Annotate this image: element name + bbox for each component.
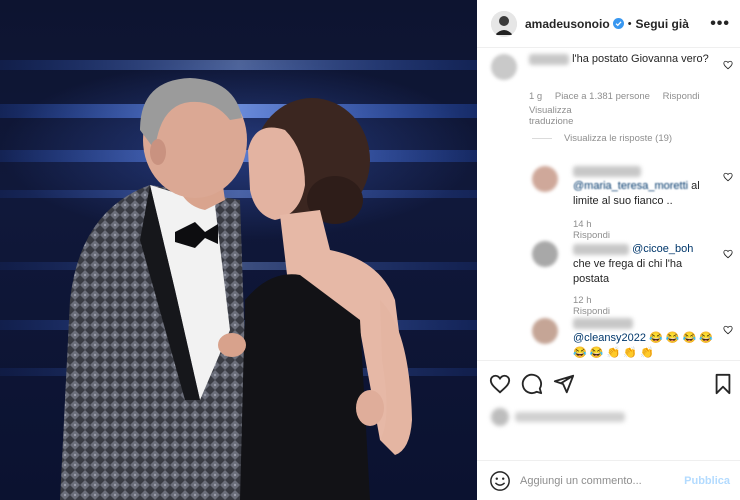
comment-time: 14 h — [573, 219, 592, 230]
author-avatar[interactable] — [491, 10, 517, 37]
comment-mention[interactable]: @cleansy2022 — [573, 332, 646, 344]
commenter-username[interactable] — [573, 165, 641, 177]
post-side-panel: amadeusonoio • Segui già ••• l'ha postat… — [477, 0, 740, 500]
liked-by-summary[interactable] — [491, 402, 625, 432]
comment-mention[interactable]: @cicoe_boh — [632, 243, 693, 255]
add-comment-bar: Pubblica — [477, 460, 740, 500]
author-username[interactable]: amadeusonoio — [525, 17, 610, 31]
verified-badge-icon — [612, 18, 624, 29]
view-replies-toggle[interactable]: Visualizza le risposte (19) — [532, 133, 672, 144]
more-options-button[interactable]: ••• — [710, 15, 730, 33]
liked-by-text — [515, 412, 625, 422]
comment-time: 1 g — [529, 91, 543, 102]
reply-button[interactable]: Rispondi — [663, 91, 700, 102]
commenter-username[interactable] — [573, 243, 629, 255]
following-button[interactable]: Segui già — [636, 17, 689, 31]
heart-icon[interactable] — [489, 373, 511, 395]
post-header: amadeusonoio • Segui già ••• — [477, 0, 740, 48]
commenter-username[interactable] — [573, 317, 633, 329]
heart-icon[interactable] — [723, 172, 733, 182]
commenter-avatar[interactable] — [532, 241, 558, 267]
heart-icon[interactable] — [723, 60, 733, 70]
heart-icon[interactable] — [723, 325, 733, 335]
post-image-illustration — [0, 60, 477, 500]
comments-list[interactable]: l'ha postato Giovanna vero? 1 g Piace a … — [477, 48, 740, 360]
header-separator: • — [627, 17, 632, 30]
reply-button[interactable]: Rispondi — [573, 230, 610, 241]
comment-text: l'ha postato Giovanna vero? — [572, 53, 709, 65]
post-actions-bar — [477, 360, 740, 408]
bookmark-icon[interactable] — [712, 373, 734, 395]
commenter-avatar[interactable] — [532, 166, 558, 192]
heart-icon[interactable] — [723, 249, 733, 259]
translate-link[interactable]: Visualizza traduzione — [529, 105, 573, 127]
emoji-icon[interactable] — [489, 470, 511, 492]
comment-likes[interactable]: Piace a 1.381 persone — [555, 91, 650, 102]
commenter-avatar[interactable] — [532, 318, 558, 344]
post-photo[interactable] — [0, 0, 477, 500]
commenter-username[interactable] — [529, 53, 569, 65]
comment-time: 12 h — [573, 295, 592, 306]
comment-icon[interactable] — [521, 373, 543, 395]
replies-divider — [532, 138, 552, 139]
comment-input[interactable] — [520, 474, 680, 487]
liker-avatar — [491, 408, 509, 426]
publish-button[interactable]: Pubblica — [684, 475, 730, 487]
commenter-avatar[interactable] — [491, 54, 517, 80]
share-icon[interactable] — [553, 373, 575, 395]
comment-text: che ve frega di chi l'ha postata — [573, 258, 683, 285]
view-replies-label: Visualizza le risposte (19) — [564, 133, 673, 144]
comment-mention[interactable]: @maria_teresa_moretti — [573, 180, 688, 192]
